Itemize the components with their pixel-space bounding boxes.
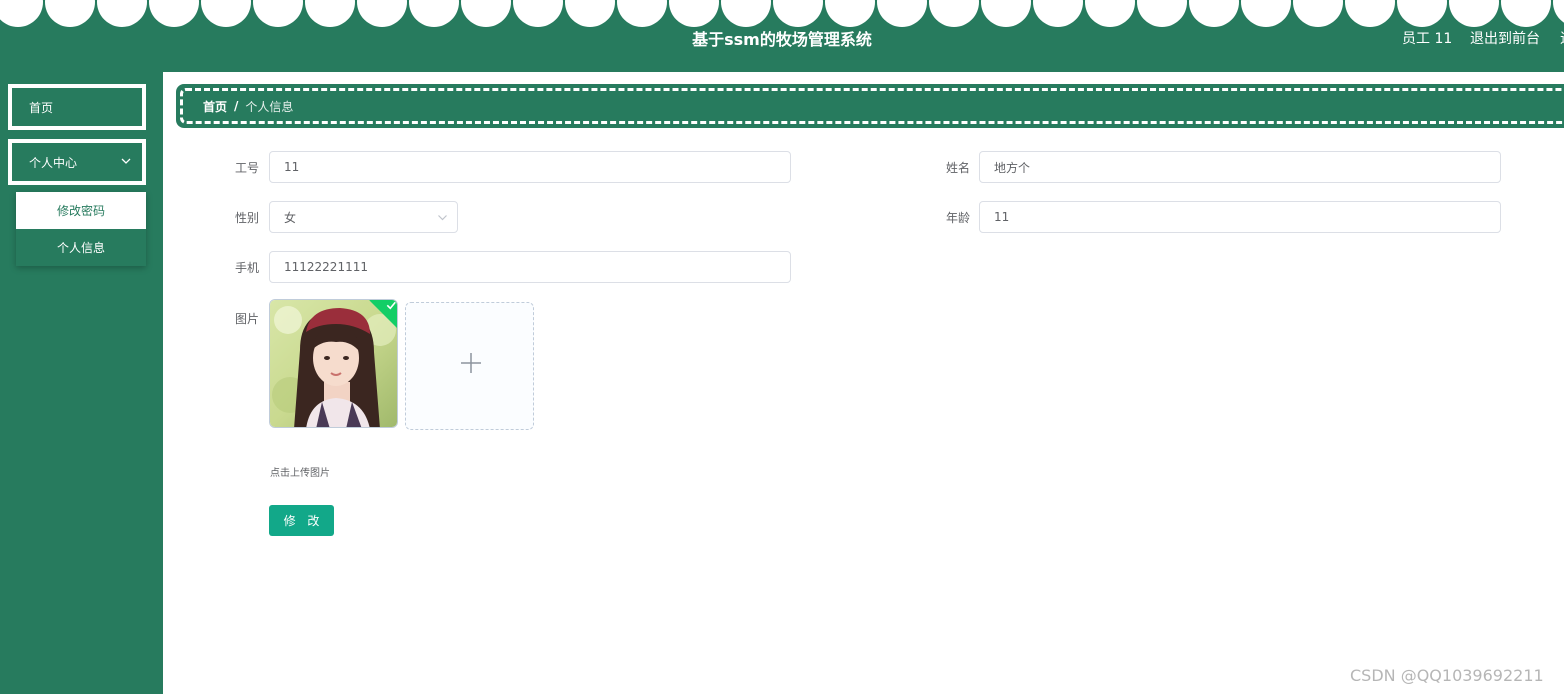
gender-label: 性别 — [234, 211, 259, 225]
name-field[interactable]: 地方个 — [979, 151, 1501, 183]
sidebar-item-label: 个人中心 — [29, 155, 78, 170]
sidebar-item-home[interactable]: 首页 — [8, 84, 146, 130]
phone-field[interactable]: 11122221111 — [269, 251, 791, 283]
app-title: 基于ssm的牧场管理系统 — [692, 30, 872, 49]
update-button[interactable]: 修 改 — [269, 505, 334, 536]
uploaded-photo-thumbnail[interactable] — [269, 299, 398, 428]
exit-to-frontend-link[interactable]: 退出到前台 — [1470, 28, 1540, 48]
scallop — [1137, 0, 1187, 27]
watermark: CSDN @QQ1039692211 — [1350, 666, 1544, 685]
age-value: 11 — [994, 210, 1010, 224]
scallop — [1085, 0, 1135, 27]
scallop — [565, 0, 615, 27]
scallop — [357, 0, 407, 27]
scallop — [1501, 0, 1551, 27]
phone-label: 手机 — [234, 261, 259, 275]
gender-value: 女 — [284, 210, 297, 225]
scallop — [773, 0, 823, 27]
sidebar-menu: 首页 个人中心 修改密码 个人信息 — [0, 72, 163, 694]
current-user-label: 员工 11 — [1402, 31, 1453, 47]
scallop — [1241, 0, 1291, 27]
scallop — [617, 0, 667, 27]
scallop — [513, 0, 563, 27]
breadcrumb-separator: / — [234, 99, 239, 113]
breadcrumb: 首页 / 个人信息 — [176, 84, 1564, 128]
scallop — [0, 0, 43, 27]
scallop — [97, 0, 147, 27]
scallop — [45, 0, 95, 27]
submenu-item-personal-info[interactable]: 个人信息 — [16, 229, 146, 266]
submenu-item-change-password[interactable]: 修改密码 — [16, 192, 146, 229]
check-icon — [386, 301, 396, 310]
breadcrumb-inner: 首页 / 个人信息 — [180, 88, 1564, 124]
employee-no-value: 11 — [284, 160, 300, 174]
gender-select[interactable]: 女 — [269, 201, 458, 233]
scallop — [929, 0, 979, 27]
photo-label: 图片 — [234, 312, 259, 326]
scallop — [461, 0, 511, 27]
scallop — [409, 0, 459, 27]
scallop — [669, 0, 719, 27]
breadcrumb-current: 个人信息 — [245, 99, 294, 114]
scallop — [981, 0, 1031, 27]
image-upload-button[interactable] — [405, 302, 534, 430]
breadcrumb-home-link[interactable]: 首页 — [203, 98, 227, 115]
scallop — [1033, 0, 1083, 27]
sidebar-item-label: 首页 — [29, 100, 54, 115]
cut-off-nav-link[interactable]: 退 — [1560, 28, 1564, 48]
scallop — [1397, 0, 1447, 27]
age-field[interactable]: 11 — [979, 201, 1501, 233]
employee-no-field[interactable]: 11 — [269, 151, 791, 183]
scallop — [201, 0, 251, 27]
scallop — [1449, 0, 1499, 27]
plus-icon — [461, 353, 481, 373]
scallop — [1189, 0, 1239, 27]
scallop — [253, 0, 303, 27]
scallop — [305, 0, 355, 27]
name-value: 地方个 — [994, 160, 1031, 175]
chevron-down-icon — [121, 158, 131, 164]
scallop — [1293, 0, 1343, 27]
scallop — [1345, 0, 1395, 27]
top-navbar: 基于ssm的牧场管理系统 员工 11 退出到前台 退 — [0, 0, 1564, 72]
upload-tip: 点击上传图片 — [270, 468, 330, 479]
scallop — [825, 0, 875, 27]
scallop — [1553, 0, 1564, 23]
name-label: 姓名 — [945, 161, 970, 175]
employee-no-label: 工号 — [234, 161, 259, 175]
portrait-image — [270, 300, 397, 427]
sidebar-item-personal-center[interactable]: 个人中心 — [8, 139, 146, 185]
personal-center-submenu: 修改密码 个人信息 — [16, 192, 146, 266]
scallop — [149, 0, 199, 27]
scallop — [721, 0, 771, 27]
chevron-down-icon — [438, 215, 447, 221]
age-label: 年龄 — [945, 211, 970, 225]
phone-value: 11122221111 — [284, 260, 368, 274]
scallop — [877, 0, 927, 27]
